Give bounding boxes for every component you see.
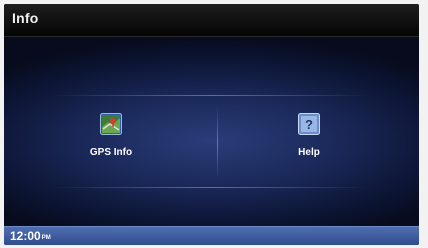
bottom-divider [54,187,369,188]
gps-info-button[interactable]: GPS Info [66,109,166,179]
page-title: Info [12,10,39,26]
help-button[interactable]: ? Help [264,109,364,179]
screen: Info GPS Info ? Help 12:00PM [4,4,419,245]
menu-area: GPS Info ? Help [4,37,419,226]
gps-info-label: GPS Info [89,147,133,158]
help-icon: ? [298,113,320,135]
clock-ampm: PM [41,235,51,241]
clock: 12:00PM [10,229,51,243]
gps-info-icon [100,113,122,135]
svg-text:?: ? [305,117,313,132]
title-bar: Info [4,4,419,37]
help-label: Help [298,147,320,158]
clock-time: 12:00 [10,229,41,243]
status-bar: 12:00PM [4,226,419,245]
center-divider [217,107,218,179]
top-divider [54,95,369,96]
device-frame: Info GPS Info ? Help 12:00PM [0,0,428,248]
